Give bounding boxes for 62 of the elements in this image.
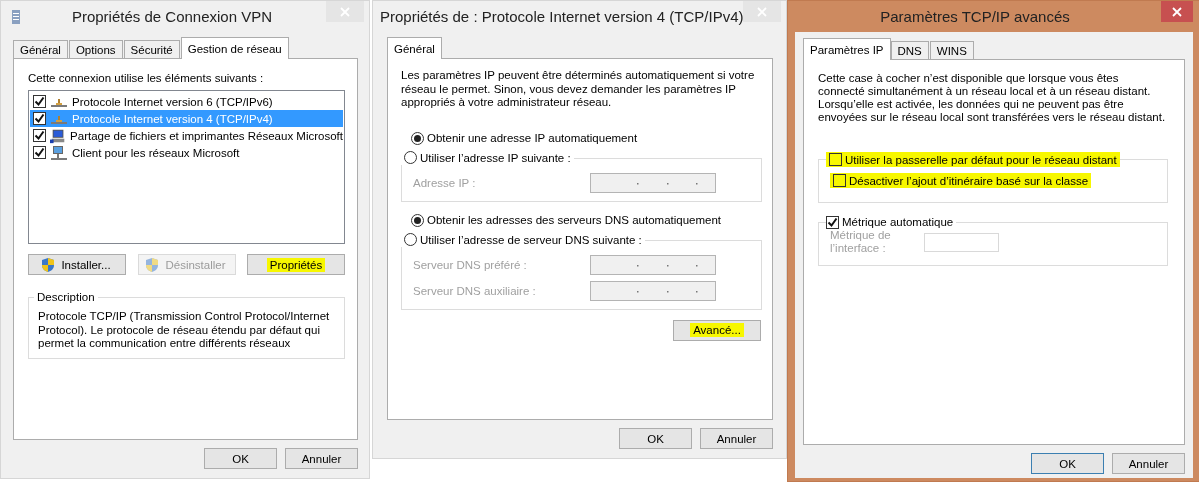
radio-button[interactable]: [404, 233, 417, 246]
checkbox[interactable]: [833, 174, 846, 187]
item-label: Partage de fichiers et imprimantes Réseaux Microsoft: [70, 129, 343, 142]
cancel-button[interactable]: Annuler: [1112, 453, 1185, 474]
close-icon: [757, 6, 767, 17]
checkbox-label: Utiliser la passerelle par défaut pour le réseau distant: [845, 153, 1117, 166]
field-label: Serveur DNS auxiliaire :: [413, 284, 536, 297]
ok-button[interactable]: OK: [204, 448, 277, 469]
tab[interactable]: Paramètres IP: [803, 38, 891, 60]
checkbox-label: Métrique automatique: [842, 216, 954, 228]
checkbox[interactable]: [33, 146, 46, 159]
checkbox-label: Désactiver l’ajout d’itinéraire basé sur la classe: [849, 174, 1089, 187]
close-button[interactable]: [1161, 1, 1193, 22]
tab[interactable]: WINS: [929, 41, 974, 60]
cancel-button[interactable]: Annuler: [285, 448, 358, 469]
close-icon: [1172, 6, 1182, 17]
shield-icon: [40, 256, 57, 273]
radio-button[interactable]: [411, 213, 424, 227]
tab[interactable]: Général: [387, 37, 442, 59]
ok-button[interactable]: OK: [619, 428, 692, 449]
close-icon: [340, 6, 350, 17]
list-item[interactable]: Client pour les réseaux Microsoft: [30, 144, 343, 161]
tab[interactable]: Options: [68, 40, 123, 59]
item-label: Client pour les réseaux Microsoft: [72, 146, 240, 159]
action-button[interactable]: Propriétés: [247, 254, 345, 275]
ok-button[interactable]: OK: [1031, 453, 1104, 474]
radio-button[interactable]: [404, 151, 417, 164]
cancel-button[interactable]: Annuler: [700, 428, 773, 449]
option-label: Utiliser l’adresse de serveur DNS suivante :: [420, 233, 642, 246]
checkbox[interactable]: [33, 95, 46, 108]
item-label: Protocole Internet version 4 (TCP/IPv4): [72, 112, 273, 125]
shield-icon: [144, 256, 161, 273]
radio-button[interactable]: [411, 131, 424, 145]
list-item[interactable]: Protocole Internet version 6 (TCP/IPv6): [30, 93, 343, 110]
option-label: Obtenir les adresses des serveurs DNS automatiquement: [427, 214, 722, 226]
window-title: Propriétés de : Protocole Internet version 4 (TCP/IPv4): [380, 8, 744, 25]
tab[interactable]: DNS: [890, 41, 929, 60]
field-label: Métrique de l’interface :: [830, 229, 892, 255]
checkbox[interactable]: [33, 112, 46, 125]
list-item[interactable]: Partage de fichiers et imprimantes Réseaux Microsoft: [30, 127, 343, 144]
document-icon: [12, 9, 20, 24]
computer-icon: [50, 127, 67, 144]
intro-text: Les paramètres IP peuvent être déterminés automatiquement si votre réseau le permet. Sinon, vous devez demander les paramètres IP appropriés à votre administrateur réseau.: [401, 69, 756, 110]
advanced-button[interactable]: Avancé...: [673, 319, 761, 341]
window-title: Propriétés de Connexion VPN: [70, 8, 274, 25]
field-label: Serveur DNS préféré :: [413, 258, 527, 271]
window-title: Paramètres TCP/IP avancés: [879, 8, 1071, 25]
group-legend: Description: [34, 290, 98, 304]
network-computer-icon: [50, 144, 68, 161]
action-button[interactable]: Installer...: [28, 254, 126, 275]
option-label: Utiliser l’adresse IP suivante :: [420, 151, 571, 164]
intro-text: Cette case à cocher n’est disponible que lorsque vous êtes connecté simultanément à un réseau local et à un réseau distant. Lorsqu’elle est activée, les données qui ne peuvent pas être envoyées sur le réseau local sont transférées vers le réseau distant.: [818, 72, 1167, 124]
tab[interactable]: Sécurité: [123, 40, 180, 59]
list-label: Cette connexion utilise les éléments suivants :: [28, 71, 265, 85]
field-label: Adresse IP :: [413, 176, 476, 189]
checkbox[interactable]: [33, 129, 46, 142]
item-label: Protocole Internet version 6 (TCP/IPv6): [72, 95, 273, 108]
tab[interactable]: Général: [13, 40, 68, 59]
tab[interactable]: Gestion de réseau: [180, 37, 289, 59]
description-text: Protocole TCP/IP (Transmission Control Protocol/Internet Protocol). Le protocole de réseau étendu par défaut qui permet la communication entre différents réseaux: [38, 310, 331, 351]
checkbox[interactable]: [829, 153, 842, 166]
option-label: Obtenir une adresse IP automatiquement: [427, 132, 638, 144]
